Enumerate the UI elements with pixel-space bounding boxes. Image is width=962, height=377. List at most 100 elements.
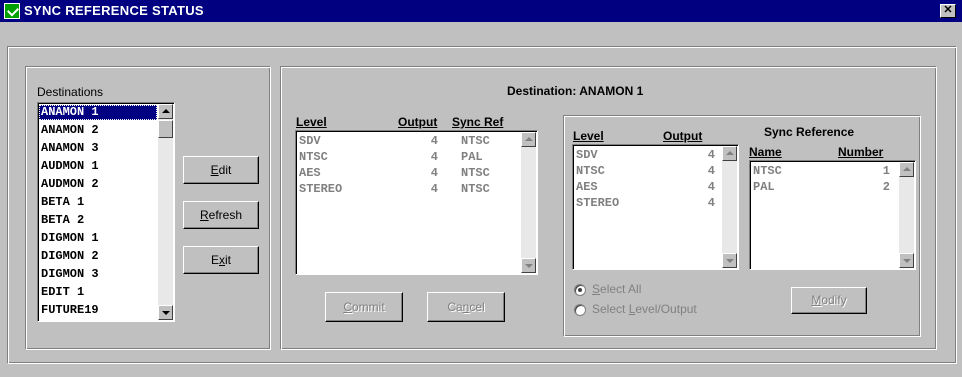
level-row[interactable]: SDV 4 NTSC — [296, 134, 520, 149]
destination-item[interactable]: ANAMON 2 — [39, 123, 157, 138]
modify-button[interactable]: Modify — [791, 287, 867, 314]
destination-item[interactable]: DIGMON 2 — [39, 249, 157, 264]
edit-level-cell: STEREO — [576, 196, 620, 210]
edit-level-listbox[interactable]: SDV 4 NTSC 4 AES 4 STEREO 4 — [572, 144, 739, 270]
arrow-up-icon — [903, 167, 911, 171]
sync-ref-cell: NTSC — [461, 182, 490, 196]
scroll-up-button[interactable] — [899, 162, 914, 177]
commit-button[interactable]: Commit — [325, 292, 403, 322]
select-level-pre: Select — [592, 302, 629, 316]
select-all-label[interactable]: Select All — [592, 282, 641, 296]
commit-label-post: ommit — [352, 300, 385, 314]
destination-item[interactable]: BETA 2 — [39, 213, 157, 228]
sync-reference-row[interactable]: NTSC 1 — [750, 164, 898, 179]
sync-reference-title: Sync Reference — [764, 125, 855, 139]
sync-name-cell: NTSC — [753, 164, 782, 178]
edit-level-cell: NTSC — [576, 164, 605, 178]
edit-output-header: Output — [663, 129, 703, 143]
level-scrollbar[interactable] — [521, 132, 536, 273]
scroll-up-button[interactable] — [722, 146, 737, 161]
cancel-label-post: cel — [469, 300, 485, 314]
sync-reference-listbox[interactable]: NTSC 1 PAL 2 — [749, 160, 916, 270]
destinations-label: Destinations — [37, 85, 104, 99]
modify-label-key: M — [811, 293, 822, 307]
sync-name-cell: PAL — [753, 180, 775, 194]
edit-level-row[interactable]: SDV 4 — [573, 148, 721, 163]
level-sync-listbox[interactable]: SDV 4 NTSC NTSC 4 PAL AES 4 NTSC STEREO 4 NTSC — [295, 130, 538, 275]
level-header: Level — [296, 115, 327, 129]
exit-button[interactable]: Exit — [183, 246, 259, 274]
level-row[interactable]: NTSC 4 PAL — [296, 150, 520, 165]
refresh-button[interactable]: Refresh — [183, 201, 259, 229]
scroll-up-button[interactable] — [521, 132, 536, 147]
edit-level-row[interactable]: AES 4 — [573, 180, 721, 195]
level-row[interactable]: AES 4 NTSC — [296, 166, 520, 181]
modify-label-post: odify — [821, 293, 847, 307]
edit-level-row[interactable]: STEREO 4 — [573, 196, 721, 211]
arrow-down-icon — [525, 264, 533, 268]
level-cell: SDV — [299, 134, 321, 148]
output-header: Output — [398, 115, 438, 129]
select-level-output-label[interactable]: Select Level/Output — [592, 302, 697, 316]
edit-level-scrollbar[interactable] — [722, 146, 737, 268]
sync-name-header: Name — [749, 145, 782, 159]
destination-item[interactable]: DIGMON 3 — [39, 267, 157, 282]
scroll-down-button[interactable] — [722, 253, 737, 268]
destinations-scrollbar[interactable] — [158, 104, 173, 320]
edit-level-cell: AES — [576, 180, 598, 194]
level-row[interactable]: STEREO 4 NTSC — [296, 182, 520, 197]
refresh-label-post: efresh — [208, 208, 243, 222]
sync-ref-cell: PAL — [461, 150, 483, 164]
edit-label-key: E — [210, 163, 219, 177]
exit-label-pre: E — [210, 253, 219, 267]
scroll-down-button[interactable] — [158, 305, 173, 320]
scroll-down-button[interactable] — [899, 253, 914, 268]
output-cell: 4 — [430, 182, 438, 196]
destination-item[interactable]: DIGMON 1 — [39, 231, 157, 246]
sync-number-cell: 1 — [882, 164, 890, 178]
select-all-radio[interactable] — [574, 284, 586, 296]
arrow-down-icon — [162, 311, 170, 315]
sync-ref-cell: NTSC — [461, 166, 490, 180]
sync-reference-row[interactable]: PAL 2 — [750, 180, 898, 195]
destination-item[interactable]: BETA 1 — [39, 195, 157, 210]
scroll-thumb[interactable] — [158, 120, 173, 138]
edit-button[interactable]: Edit — [183, 156, 259, 184]
destination-item[interactable]: FUTURE19 — [39, 303, 157, 318]
destination-item[interactable]: EDIT 1 — [39, 285, 157, 300]
level-cell: STEREO — [299, 182, 343, 196]
destination-caption: Destination: ANAMON 1 — [507, 84, 643, 98]
sync-ref-cell: NTSC — [461, 134, 490, 148]
select-all-key: S — [592, 282, 601, 296]
arrow-down-icon — [726, 259, 734, 263]
close-icon[interactable]: ✕ — [940, 4, 956, 18]
destination-value: ANAMON 1 — [579, 84, 644, 98]
sync-number-cell: 2 — [882, 180, 890, 194]
level-cell: NTSC — [299, 150, 328, 164]
sync-scrollbar[interactable] — [899, 162, 914, 268]
arrow-down-icon — [903, 259, 911, 263]
edit-level-row[interactable]: NTSC 4 — [573, 164, 721, 179]
arrow-up-icon — [726, 151, 734, 155]
edit-output-cell: 4 — [707, 164, 715, 178]
select-level-post: evel/Output — [635, 302, 697, 316]
scroll-up-button[interactable] — [158, 104, 173, 119]
edit-output-cell: 4 — [707, 196, 715, 210]
edit-label-post: dit — [218, 163, 232, 177]
destination-item[interactable]: ANAMON 1 — [39, 105, 157, 120]
refresh-label-key: R — [199, 208, 209, 222]
app-check-icon — [4, 3, 20, 19]
scroll-down-button[interactable] — [521, 258, 536, 273]
level-cell: AES — [299, 166, 321, 180]
edit-level-cell: SDV — [576, 148, 598, 162]
destination-item[interactable]: ANAMON 3 — [39, 141, 157, 156]
select-all-post: elect All — [600, 282, 642, 296]
destinations-listbox[interactable]: ANAMON 1 ANAMON 2 ANAMON 3 AUDMON 1 AUDMON 2… — [37, 102, 175, 322]
output-cell: 4 — [430, 166, 438, 180]
select-level-output-radio[interactable] — [574, 304, 586, 316]
cancel-button[interactable]: Cancel — [427, 292, 505, 322]
destination-item[interactable]: AUDMON 2 — [39, 177, 157, 192]
output-cell: 4 — [430, 134, 438, 148]
edit-output-cell: 4 — [707, 148, 715, 162]
destination-item[interactable]: AUDMON 1 — [39, 159, 157, 174]
